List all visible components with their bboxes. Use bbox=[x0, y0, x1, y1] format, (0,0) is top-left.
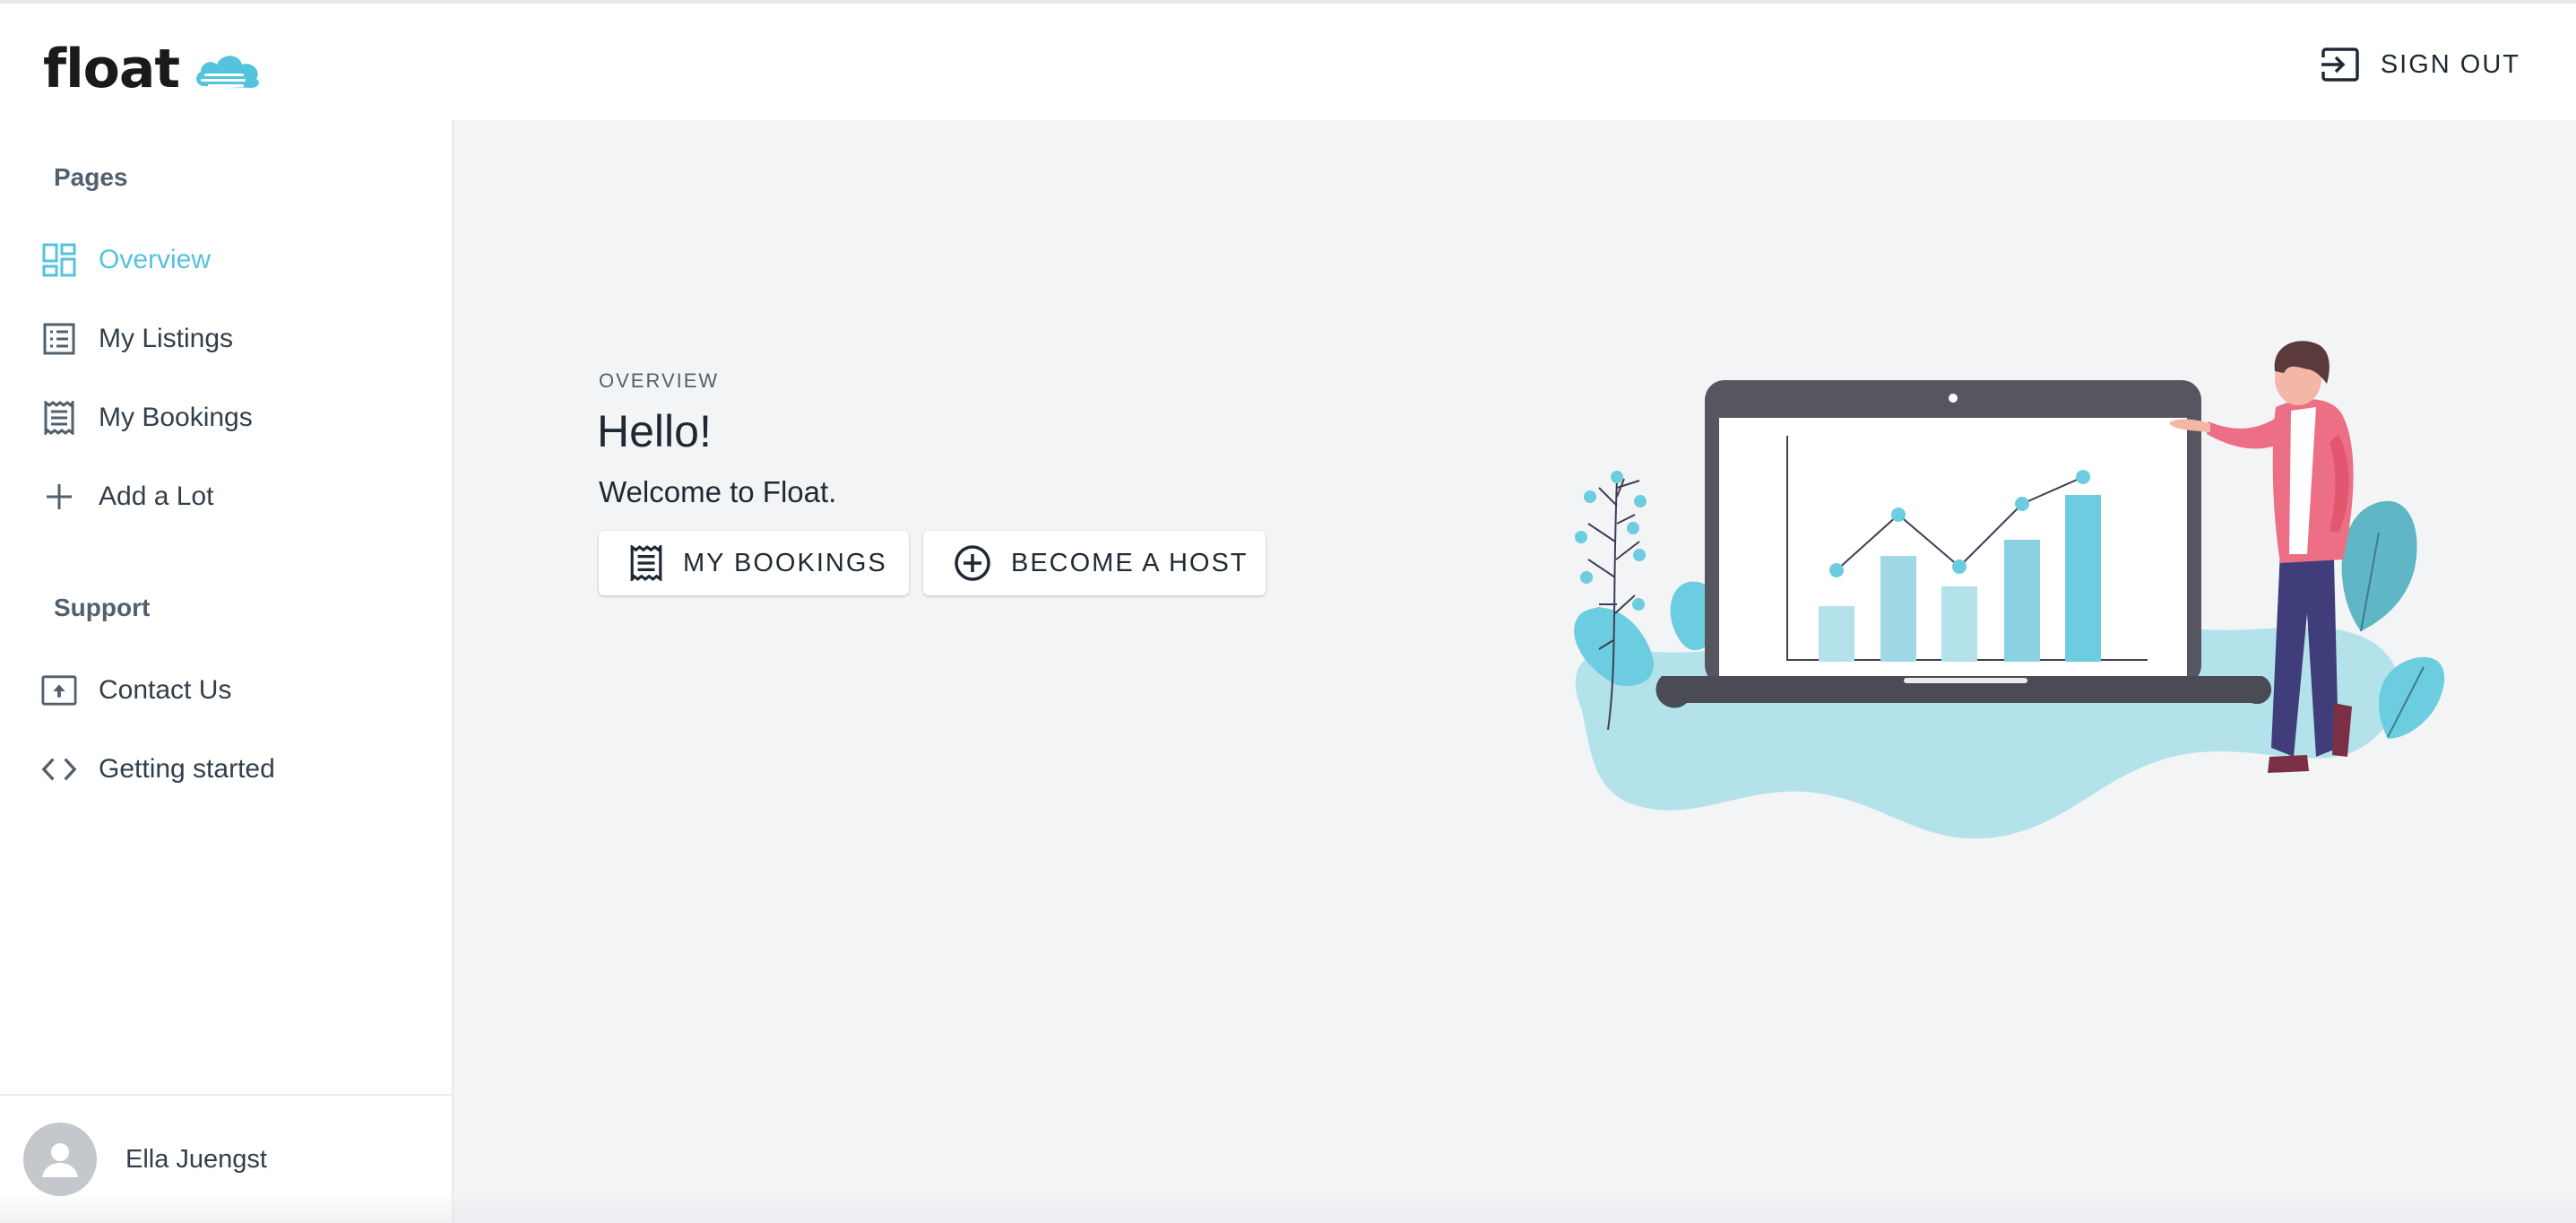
become-a-host-label: BECOME A HOST bbox=[1011, 548, 1249, 577]
sidebar-item-getting-started[interactable]: Getting started bbox=[41, 744, 275, 794]
top-header: float SIGN OUT bbox=[0, 4, 2576, 120]
person-icon bbox=[42, 1143, 78, 1177]
sidebar-pages-title: Pages bbox=[54, 163, 128, 191]
page-title: Hello! bbox=[597, 406, 712, 456]
my-bookings-button[interactable]: MY BOOKINGS bbox=[599, 531, 909, 595]
code-icon bbox=[41, 751, 77, 787]
sidebar-item-contact-us[interactable]: Contact Us bbox=[41, 665, 231, 716]
sidebar-item-label: Add a Lot bbox=[99, 481, 214, 511]
upload-box-icon bbox=[41, 672, 77, 708]
sidebar-item-add-a-lot[interactable]: Add a Lot bbox=[41, 472, 213, 522]
sign-out-label: SIGN OUT bbox=[2380, 49, 2520, 79]
sidebar-item-my-listings[interactable]: My Listings bbox=[41, 314, 233, 364]
logo[interactable]: float bbox=[43, 38, 264, 100]
avatar bbox=[23, 1123, 97, 1196]
plant-leaf bbox=[2341, 500, 2417, 631]
list-icon bbox=[41, 321, 77, 357]
logo-text: float bbox=[43, 38, 180, 100]
page-overline: OVERVIEW bbox=[599, 369, 720, 392]
dashboard-illustration bbox=[1574, 341, 2445, 839]
cloud-icon bbox=[196, 56, 259, 88]
sidebar-item-label: Overview bbox=[99, 245, 212, 274]
sidebar-support-title: Support bbox=[54, 594, 151, 621]
receipt-icon bbox=[630, 545, 662, 581]
become-a-host-button[interactable]: BECOME A HOST bbox=[923, 531, 1266, 595]
sidebar-item-label: My Bookings bbox=[99, 403, 253, 432]
sign-out-button[interactable]: SIGN OUT bbox=[2320, 43, 2520, 86]
sidebar-item-my-bookings[interactable]: My Bookings bbox=[41, 393, 253, 443]
receipt-icon bbox=[41, 400, 77, 436]
sidebar: Pages Overview My Listings My Bookings A… bbox=[0, 120, 454, 1223]
welcome-text: Welcome to Float. bbox=[599, 475, 837, 508]
sidebar-item-label: Contact Us bbox=[99, 675, 232, 705]
app-root: float SIGN OUT Pages Overview My Listing… bbox=[0, 0, 2576, 1223]
dashboard-icon bbox=[41, 242, 77, 278]
sidebar-item-label: My Listings bbox=[99, 324, 234, 353]
sidebar-item-label: Getting started bbox=[99, 754, 275, 784]
plus-icon bbox=[41, 479, 77, 515]
sidebar-item-overview[interactable]: Overview bbox=[41, 235, 211, 285]
main-content: OVERVIEW Hello! Welcome to Float. MY BOO… bbox=[454, 120, 2576, 1223]
plus-circle-icon bbox=[955, 545, 990, 581]
sign-out-icon bbox=[2321, 48, 2359, 82]
user-name: Ella Juengst bbox=[125, 1144, 267, 1174]
user-profile[interactable]: Ella Juengst bbox=[0, 1094, 454, 1223]
my-bookings-label: MY BOOKINGS bbox=[683, 548, 887, 577]
